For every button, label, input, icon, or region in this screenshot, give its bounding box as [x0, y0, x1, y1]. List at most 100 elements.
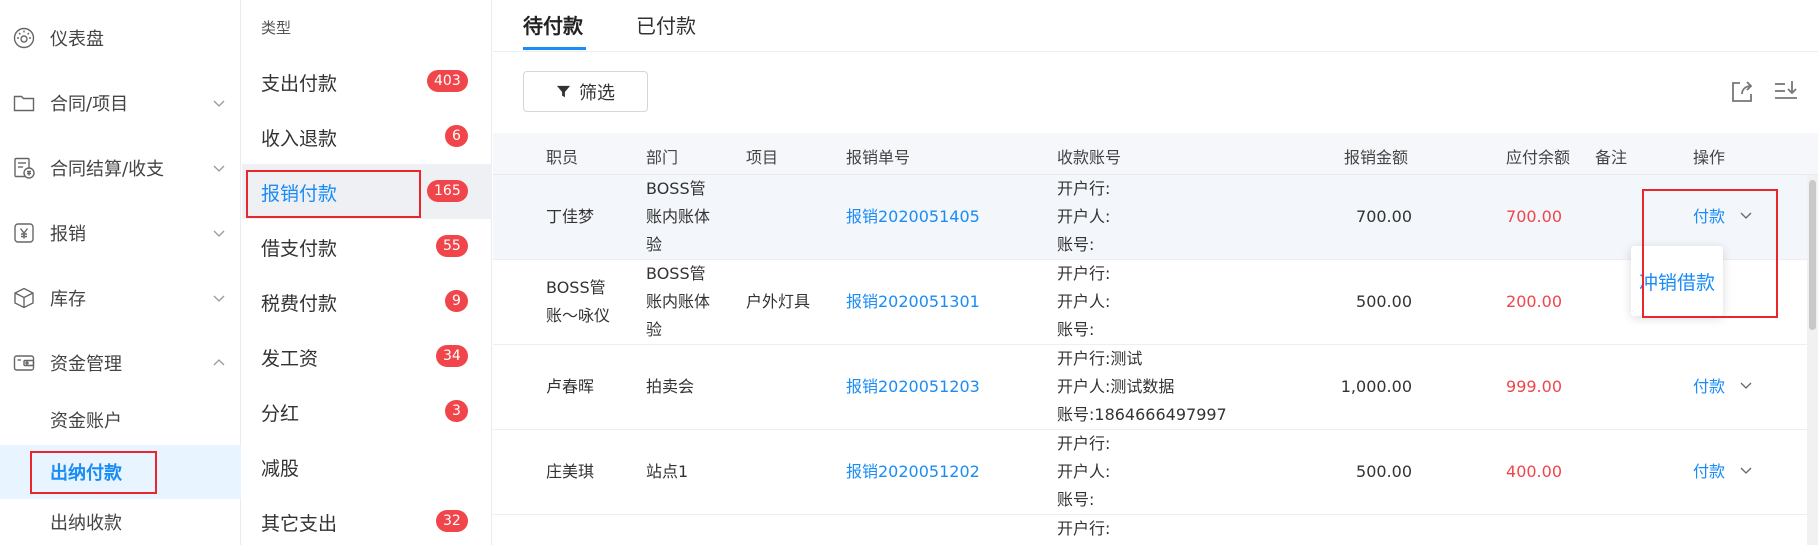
account-cell: 开户行: 开户人: 账号: — [1057, 175, 1110, 259]
reimbursement-no-link[interactable]: 报销2020051405 — [846, 203, 980, 231]
nav-label: 合同/项目 — [50, 94, 129, 115]
account-line: 开户行: — [1057, 264, 1111, 283]
table-row[interactable]: BOSS管 账～咏仪 BOSS管 账内账体 验 户外灯具 报销202005130… — [493, 260, 1818, 345]
nav-subitem-cashier-receipt[interactable]: 出纳收款 — [0, 495, 241, 545]
column-header: 部门 — [646, 148, 679, 167]
employee-cell: 丁佳梦 — [546, 207, 595, 226]
account-cell: 开户行: — [1057, 515, 1110, 543]
table-row[interactable]: 丁佳梦 BOSS管 账内账体 验 报销2020051405 开户行: 开户人: … — [493, 175, 1818, 260]
count-badge: 403 — [427, 70, 468, 92]
wallet-icon — [12, 351, 36, 375]
type-row-selected[interactable]: 报销付款 165 — [242, 164, 492, 219]
dept-cell: 拍卖会 — [646, 377, 695, 396]
type-label: 税费付款 — [261, 293, 338, 315]
dept-cell: 站点1 — [646, 462, 689, 481]
balance-cell: 700.00 — [1506, 207, 1562, 226]
column-header: 项目 — [746, 148, 779, 167]
filter-button[interactable]: 筛选 — [523, 71, 648, 112]
tab-bar: 待付款 已付款 — [493, 0, 1818, 52]
export-icon[interactable] — [1728, 78, 1756, 106]
type-label: 其它支出 — [261, 513, 338, 535]
dropdown-item-offset-loan[interactable]: 冲销借款 — [1639, 268, 1715, 295]
account-cell: 开户行:测试 开户人:测试数据 账号:1864666497997 — [1057, 345, 1227, 429]
account-line: 开户行: — [1057, 519, 1111, 538]
filter-label: 筛选 — [579, 82, 615, 104]
nav-item-reimbursement[interactable]: 报销 — [0, 203, 241, 263]
chevron-down-icon — [212, 291, 226, 305]
reimbursement-no-link[interactable]: 报销2020051301 — [846, 288, 980, 316]
project-cell: 户外灯具 — [746, 292, 811, 311]
employee-line: BOSS管 — [546, 278, 606, 297]
account-line: 账号:1864666497997 — [1057, 405, 1227, 424]
nav-item-dashboard[interactable]: 仪表盘 — [0, 8, 241, 68]
type-label: 报销付款 — [261, 183, 338, 205]
account-line: 账号: — [1057, 320, 1095, 339]
nav-sub-label: 出纳付款 — [50, 463, 122, 484]
type-row[interactable]: 减股 — [242, 439, 492, 494]
chevron-up-icon — [212, 356, 226, 370]
employee-cell: 庄美琪 — [546, 462, 595, 481]
account-line: 开户人:测试数据 — [1057, 377, 1175, 396]
pay-link[interactable]: 付款 — [1693, 203, 1725, 227]
type-row[interactable]: 税费付款 9 — [242, 274, 492, 329]
dept-line: BOSS管 — [646, 179, 706, 198]
pay-link[interactable]: 付款 — [1693, 373, 1725, 397]
account-line: 开户人: — [1057, 462, 1111, 481]
nav-sub-label: 出纳收款 — [50, 513, 122, 534]
dept-line: 验 — [646, 320, 663, 339]
table-row[interactable]: 卢春晖 拍卖会 报销2020051203 开户行:测试 开户人:测试数据 账号:… — [493, 345, 1818, 430]
nav-label: 资金管理 — [50, 354, 122, 375]
type-label: 收入退款 — [261, 128, 338, 150]
pay-link[interactable]: 付款 — [1693, 458, 1725, 482]
chevron-down-icon[interactable] — [1739, 378, 1753, 392]
type-row[interactable]: 发工资 34 — [242, 329, 492, 384]
nav-item-settlement[interactable]: 合同结算/收支 — [0, 138, 241, 198]
reimbursement-no-link[interactable]: 报销2020051202 — [846, 458, 980, 486]
type-label: 减股 — [261, 458, 300, 480]
employee-cell: BOSS管 账～咏仪 — [546, 274, 610, 330]
tab-pending[interactable]: 待付款 — [523, 10, 583, 39]
type-row[interactable]: 借支付款 55 — [242, 219, 492, 274]
column-header: 报销单号 — [846, 148, 911, 167]
nav-subitem-cashier-payment[interactable]: 出纳付款 — [0, 445, 241, 499]
amount-cell: 500.00 — [1356, 292, 1412, 311]
dept-line: 账内账体 — [646, 207, 711, 226]
sort-download-icon[interactable] — [1772, 78, 1800, 106]
nav-label: 仪表盘 — [50, 29, 104, 50]
account-line: 开户人: — [1057, 292, 1111, 311]
amount-cell: 700.00 — [1356, 207, 1412, 226]
nav-item-fund-management[interactable]: 资金管理 — [0, 333, 241, 393]
sidebar: 仪表盘 合同/项目 合同结算/收支 报销 库存 资金管理 资金账户 出纳付款 出… — [0, 0, 241, 545]
type-label: 借支付款 — [261, 238, 338, 260]
chevron-down-icon[interactable] — [1739, 208, 1753, 222]
table-row[interactable]: 庄美琪 站点1 报销2020051202 开户行: 开户人: 账号: 500.0… — [493, 430, 1818, 515]
pay-action[interactable]: 付款 — [1693, 373, 1753, 397]
account-line: 账号: — [1057, 235, 1095, 254]
table-row[interactable]: 开户行: — [493, 515, 1818, 545]
nav-subitem-fund-account[interactable]: 资金账户 — [0, 393, 241, 447]
account-cell: 开户行: 开户人: 账号: — [1057, 430, 1110, 514]
type-row[interactable]: 其它支出 32 — [242, 494, 492, 545]
nav-label: 报销 — [50, 224, 86, 245]
type-label: 发工资 — [261, 348, 319, 370]
reimbursement-no-link[interactable]: 报销2020051203 — [846, 373, 980, 401]
count-badge: 9 — [445, 290, 468, 312]
nav-item-contract-project[interactable]: 合同/项目 — [0, 73, 241, 133]
type-row[interactable]: 收入退款 6 — [242, 109, 492, 164]
scrollbar-thumb[interactable] — [1809, 180, 1816, 330]
type-row[interactable]: 分红 3 — [242, 384, 492, 439]
account-line: 开户行:测试 — [1057, 349, 1143, 368]
pay-action[interactable]: 付款 — [1693, 203, 1753, 227]
tab-paid[interactable]: 已付款 — [636, 10, 696, 39]
nav-item-inventory[interactable]: 库存 — [0, 268, 241, 328]
app-root: 仪表盘 合同/项目 合同结算/收支 报销 库存 资金管理 资金账户 出纳付款 出… — [0, 0, 1818, 545]
chevron-down-icon[interactable] — [1739, 463, 1753, 477]
pay-action[interactable]: 付款 — [1693, 458, 1753, 482]
yen-icon — [12, 221, 36, 245]
dept-line: 验 — [646, 235, 663, 254]
column-header: 备注 — [1595, 148, 1628, 167]
employee-cell: 卢春晖 — [546, 377, 595, 396]
type-label: 分红 — [261, 403, 300, 425]
type-label: 支出付款 — [261, 73, 338, 95]
type-row[interactable]: 支出付款 403 — [242, 54, 492, 109]
